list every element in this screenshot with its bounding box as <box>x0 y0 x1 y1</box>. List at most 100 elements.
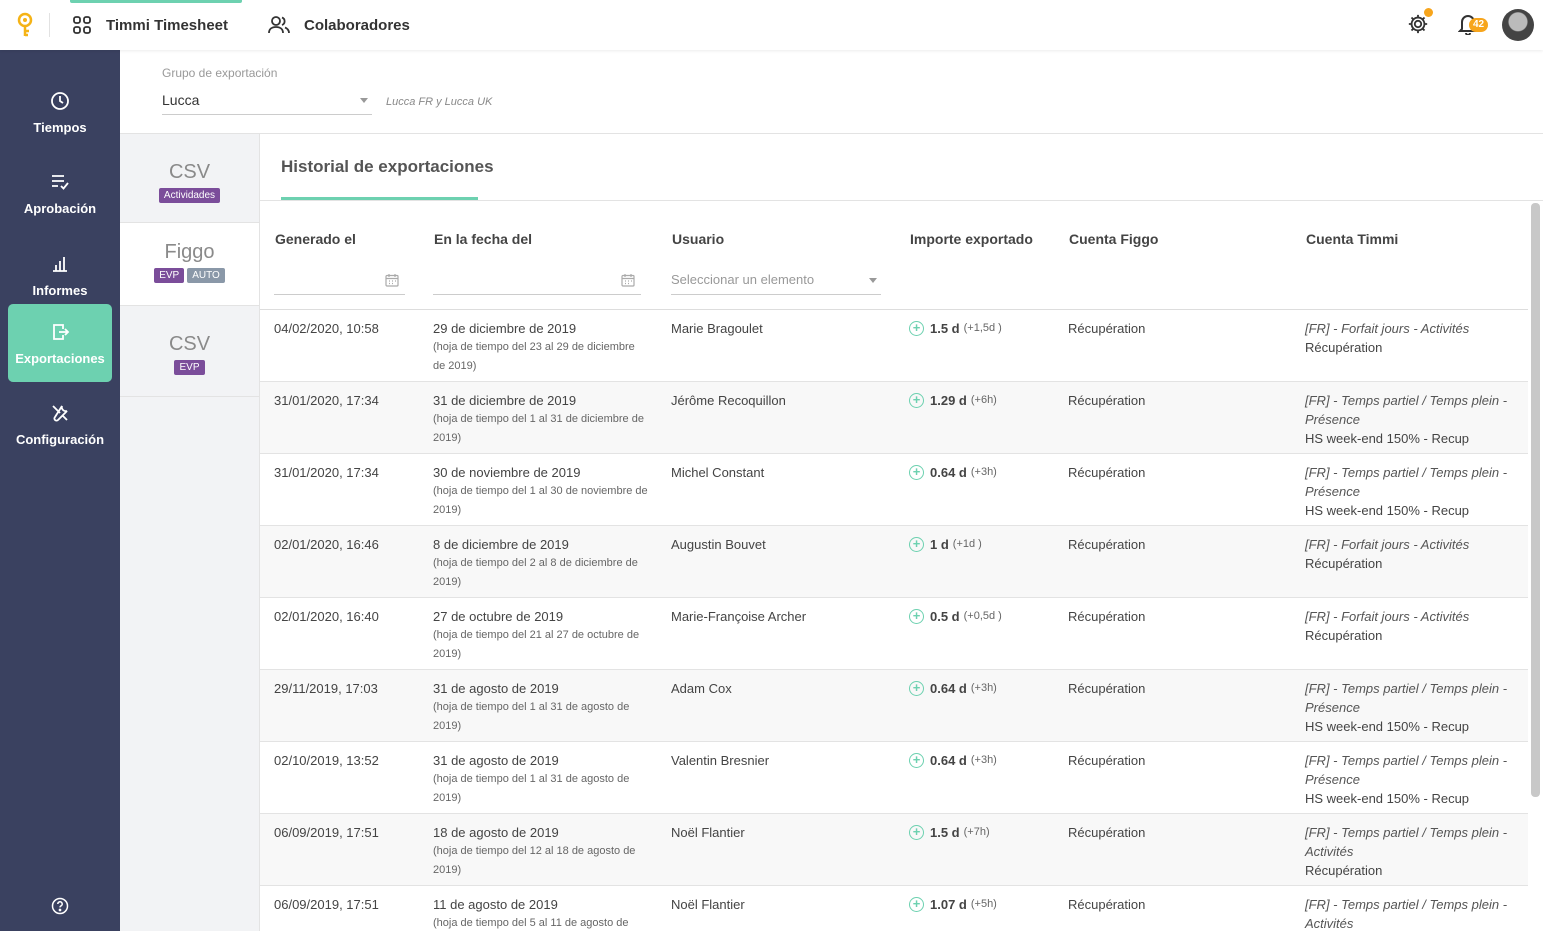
column-header-fecha[interactable]: En la fecha del <box>434 231 532 247</box>
period-detail: (hoja de tiempo del 23 al 29 de diciembr… <box>433 341 635 372</box>
settings-button[interactable] <box>1405 8 1433 38</box>
user-name: Adam Cox <box>671 681 732 696</box>
export-group-value: Lucca <box>162 92 200 108</box>
generated-at: 31/01/2020, 17:34 <box>274 465 379 480</box>
amount-delta: (+1d ) <box>952 538 982 550</box>
generated-date-filter[interactable] <box>274 270 405 295</box>
timmi-account-name: Récupération <box>1305 340 1383 355</box>
export-group-select[interactable]: Lucca <box>162 86 372 115</box>
export-title: CSV <box>168 161 211 183</box>
history-table-body: 04/02/2020, 10:58 29 de diciembre de 2019… <box>260 310 1528 931</box>
plus-circle-icon: + <box>909 897 924 912</box>
amount-cell: +1.5 d (+7h) <box>909 823 990 842</box>
user-name: Jérôme Recoquillon <box>671 393 786 408</box>
period-date: 31 de diciembre de 2019 <box>433 393 577 408</box>
lucca-logo-icon[interactable] <box>16 12 34 38</box>
plus-circle-icon: + <box>909 753 924 768</box>
period-detail: (hoja de tiempo del 2 al 8 de diciembre … <box>433 557 638 588</box>
table-row[interactable]: 02/01/2020, 16:46 8 de diciembre de 2019 (… <box>260 526 1528 598</box>
tab-timmi-timesheet[interactable]: Timmi Timesheet <box>70 0 242 50</box>
timmi-account-name: HS week-end 150% - Recup <box>1305 719 1470 734</box>
plus-circle-icon: + <box>909 609 924 624</box>
table-row[interactable]: 06/09/2019, 17:51 18 de agosto de 2019 (ho… <box>260 814 1528 886</box>
calendar-icon <box>621 273 635 290</box>
generated-at: 06/09/2019, 17:51 <box>274 825 379 840</box>
figgo-account: Récupération <box>1068 537 1146 552</box>
table-row[interactable]: 04/02/2020, 10:58 29 de diciembre de 2019… <box>260 310 1528 382</box>
period-date: 29 de diciembre de 2019 <box>433 321 577 336</box>
period-date-filter[interactable] <box>433 270 641 295</box>
help-button[interactable] <box>51 897 69 918</box>
clock-icon <box>50 90 70 112</box>
amount-delta: (+3h) <box>970 466 997 478</box>
figgo-account: Récupération <box>1068 897 1146 912</box>
sidebar-item-informes[interactable]: Informes <box>8 236 112 314</box>
table-row[interactable]: 29/11/2019, 17:03 31 de agosto de 2019 (ho… <box>260 670 1528 742</box>
table-row[interactable]: 06/09/2019, 17:51 11 de agosto de 2019 (ho… <box>260 886 1528 931</box>
export-tag: EVP <box>154 268 185 283</box>
period-detail: (hoja de tiempo del 12 al 18 de agosto d… <box>433 845 636 876</box>
tab-colaboradores[interactable]: Colaboradores <box>268 0 410 50</box>
period-detail: (hoja de tiempo del 1 al 30 de noviembre… <box>433 485 648 516</box>
sidebar-item-label: Configuración <box>15 431 105 447</box>
amount-value: 0.5 d <box>930 609 960 624</box>
amount-value: 1.5 d <box>930 321 960 336</box>
tab-historial[interactable]: Historial de exportaciones <box>281 157 494 177</box>
period-cell: 18 de agosto de 2019 (hoja de tiempo del … <box>433 823 648 880</box>
period-date: 11 de agosto de 2019 <box>433 897 558 912</box>
period-detail: (hoja de tiempo del 1 al 31 de agosto de… <box>433 701 630 732</box>
notifications-button[interactable]: 42 <box>1455 12 1489 38</box>
amount-value: 1.07 d <box>930 897 967 912</box>
timmi-account: [FR] - Temps partiel / Temps plein - Pré… <box>1305 463 1520 520</box>
user-avatar[interactable] <box>1502 9 1534 41</box>
figgo-account: Récupération <box>1068 609 1146 624</box>
sidebar-item-configuracion[interactable]: Configuración <box>8 385 112 463</box>
column-header-importe[interactable]: Importe exportado <box>910 231 1033 247</box>
figgo-account: Récupération <box>1068 681 1146 696</box>
plus-circle-icon: + <box>909 681 924 696</box>
timmi-account-group: [FR] - Temps partiel / Temps plein - Pré… <box>1305 753 1508 787</box>
sidebar-item-tiempos[interactable]: Tiempos <box>8 73 112 151</box>
caret-down-icon <box>360 98 368 103</box>
period-cell: 31 de agosto de 2019 (hoja de tiempo del … <box>433 679 648 736</box>
period-date: 27 de octubre de 2019 <box>433 609 564 624</box>
timmi-account-group: [FR] - Forfait jours - Activités <box>1305 537 1470 552</box>
timmi-account-group: [FR] - Temps partiel / Temps plein - Act… <box>1305 825 1508 859</box>
sidebar-item-exportaciones[interactable]: Exportaciones <box>8 304 112 382</box>
scrollbar[interactable] <box>1531 203 1540 797</box>
timmi-account-group: [FR] - Forfait jours - Activités <box>1305 609 1470 624</box>
column-header-generado[interactable]: Generado el <box>275 231 356 247</box>
export-card-csv-actividades[interactable]: CSV Actividades <box>120 134 259 223</box>
column-header-cuenta-figgo[interactable]: Cuenta Figgo <box>1069 231 1158 247</box>
user-name: Noël Flantier <box>671 897 745 912</box>
period-cell: 31 de agosto de 2019 (hoja de tiempo del … <box>433 751 648 808</box>
export-card-figgo[interactable]: Figgo EVP AUTO <box>120 223 259 306</box>
sidebar-item-label: Aprobación <box>23 200 97 216</box>
column-header-cuenta-timmi[interactable]: Cuenta Timmi <box>1306 231 1398 247</box>
table-row[interactable]: 31/01/2020, 17:34 30 de noviembre de 2019… <box>260 454 1528 526</box>
amount-value: 1.29 d <box>930 393 967 408</box>
amount-value: 1.5 d <box>930 825 960 840</box>
figgo-account: Récupération <box>1068 321 1146 336</box>
colaboradores-label: Colaboradores <box>304 16 410 34</box>
table-row[interactable]: 31/01/2020, 17:34 31 de diciembre de 2019… <box>260 382 1528 454</box>
user-name: Noël Flantier <box>671 825 745 840</box>
timmi-account: [FR] - Temps partiel / Temps plein - Pré… <box>1305 679 1520 736</box>
period-date: 8 de diciembre de 2019 <box>433 537 569 552</box>
sidebar-item-label: Informes <box>32 282 88 298</box>
period-cell: 8 de diciembre de 2019 (hoja de tiempo de… <box>433 535 648 592</box>
table-row[interactable]: 02/10/2019, 13:52 31 de agosto de 2019 (ho… <box>260 742 1528 814</box>
user-select[interactable]: Seleccionar un elemento <box>671 270 881 295</box>
top-bar: Timmi Timesheet Colaboradores 42 <box>0 0 1543 50</box>
amount-delta: (+3h) <box>970 754 997 766</box>
export-icon <box>50 321 70 343</box>
period-detail: (hoja de tiempo del 21 al 27 de octubre … <box>433 629 640 660</box>
export-card-csv-evp[interactable]: CSV EVP <box>120 306 259 397</box>
divider <box>120 133 1543 134</box>
generated-at: 02/10/2019, 13:52 <box>274 753 379 768</box>
timmi-account: [FR] - Temps partiel / Temps plein - Pré… <box>1305 751 1520 808</box>
column-header-usuario[interactable]: Usuario <box>672 231 724 247</box>
sidebar-item-aprobacion[interactable]: Aprobación <box>8 154 112 232</box>
table-row[interactable]: 02/01/2020, 16:40 27 de octubre de 2019 (h… <box>260 598 1528 670</box>
timmi-account-group: [FR] - Temps partiel / Temps plein - Pré… <box>1305 465 1508 499</box>
